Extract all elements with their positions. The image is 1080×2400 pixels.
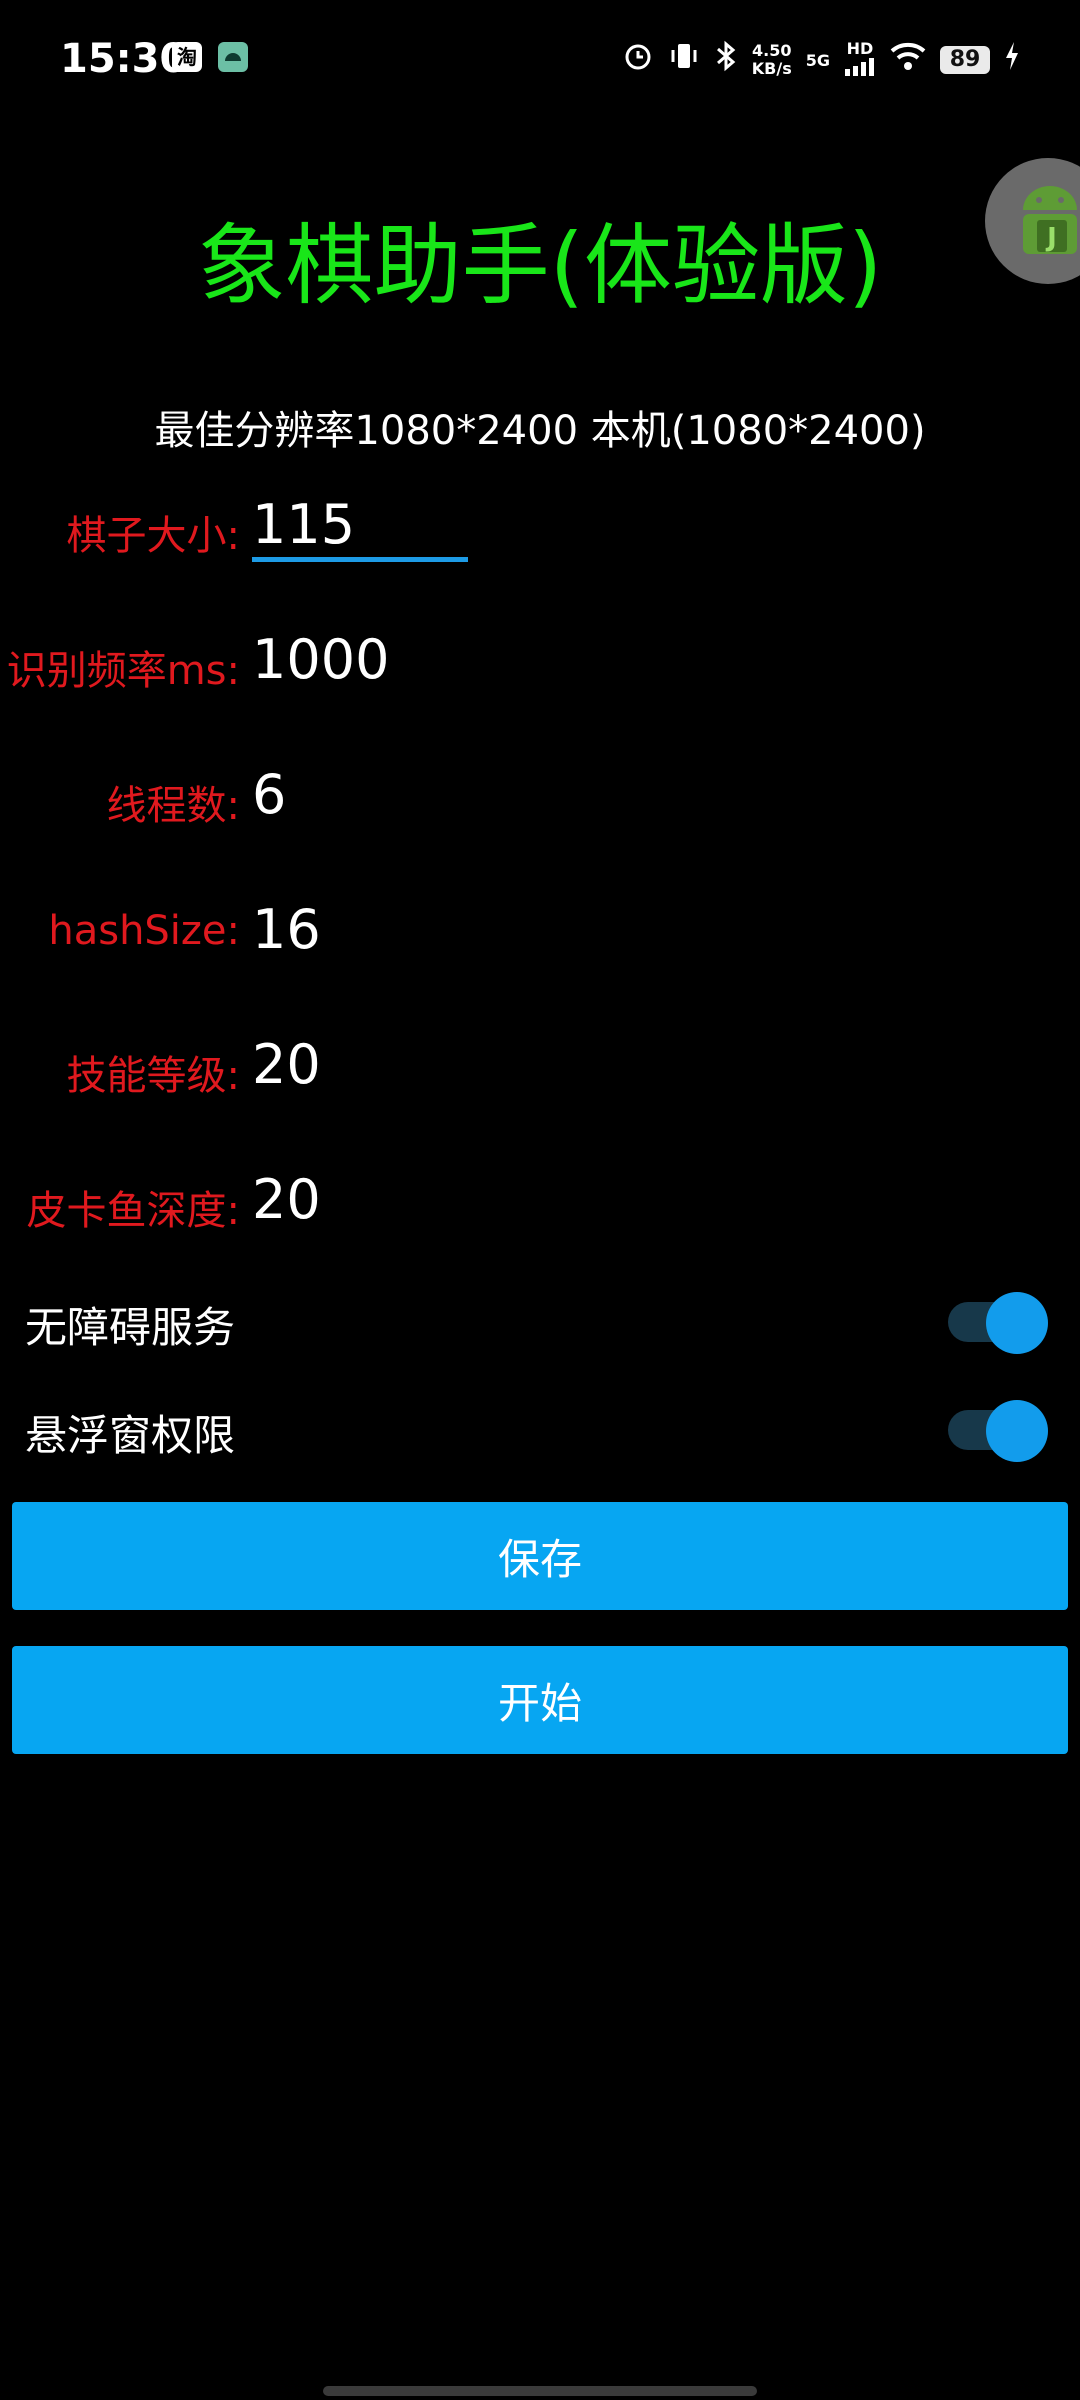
skill-level-input[interactable]: 20 [252,1033,321,1096]
app-title: 象棋助手(体验版) [197,214,883,317]
recognition-frequency-label: 识别频率ms: [6,648,240,694]
status-time: 15:30 [60,36,188,82]
network-type: 5G [805,50,830,70]
setting-row-hash-size: hashSize: 16 [0,890,1080,970]
pikafish-depth-input[interactable]: 20 [252,1168,321,1231]
battery-indicator: 89 [940,46,990,74]
taobao-icon: 淘 [172,42,202,72]
hash-size-label: hashSize: [48,908,240,954]
signal-icon: HD [844,40,876,80]
vibrate-icon [668,40,700,80]
setting-row-recognition-frequency: 识别频率ms: 1000 [0,620,1080,700]
charging-icon [1004,41,1020,79]
setting-row-pikafish-depth: 皮卡鱼深度: 20 [0,1160,1080,1240]
thread-count-input[interactable]: 6 [252,763,286,826]
start-button[interactable]: 开始 [12,1646,1068,1754]
accessibility-service-label: 无障碍服务 [25,1303,236,1352]
recognition-frequency-input[interactable]: 1000 [252,628,389,691]
setting-row-skill-level: 技能等级: 20 [0,1025,1080,1105]
skill-level-label: 技能等级: [66,1053,240,1099]
resolution-info: 最佳分辨率1080*2400 本机(1080*2400) [154,408,926,454]
switch-knob [986,1400,1048,1462]
switch-knob [986,1292,1048,1354]
piece-size-label: 棋子大小: [66,513,240,559]
hd-label: HD [846,39,874,58]
status-icons: 4.50 KB/s 5G HD 89 [622,40,1020,80]
home-indicator[interactable] [323,2386,757,2396]
bluetooth-icon [714,40,738,80]
alarm-icon [622,40,654,80]
net-speed-value: 4.50 [752,41,792,60]
overlay-permission-switch[interactable] [948,1400,1048,1462]
setting-row-piece-size: 棋子大小: 115 [0,485,1080,565]
toggle-row-overlay: 悬浮窗权限 [0,1384,1080,1474]
setting-row-thread-count: 线程数: 6 [0,755,1080,835]
overlay-permission-label: 悬浮窗权限 [25,1411,236,1460]
android-icon [218,42,248,72]
net-speed: 4.50 KB/s [752,42,792,78]
wifi-icon [890,41,926,79]
thread-count-label: 线程数: [106,783,240,829]
input-focus-underline [252,557,468,562]
accessibility-service-switch[interactable] [948,1292,1048,1354]
hash-size-input[interactable]: 16 [252,898,321,961]
save-button[interactable]: 保存 [12,1502,1068,1610]
status-bar: 15:30 淘 4.50 KB/s 5G HD 89 [0,0,1080,122]
net-speed-unit: KB/s [751,59,792,78]
toggle-row-accessibility: 无障碍服务 [0,1276,1080,1366]
piece-size-input[interactable]: 115 [252,493,355,556]
pikafish-depth-label: 皮卡鱼深度: [26,1188,240,1234]
